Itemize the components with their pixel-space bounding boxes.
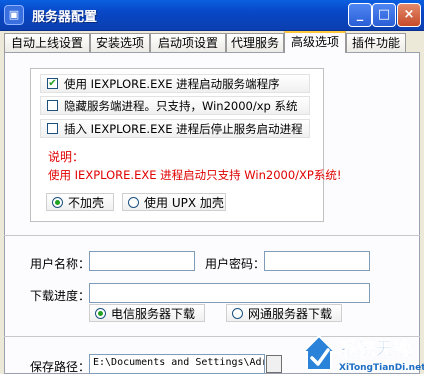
save-path-field[interactable]: E:\Documents and Settings\Adr [89, 354, 265, 374]
save-path-label: 保存路径： [30, 360, 91, 374]
radio-upx-pack[interactable]: 使用 UPX 加壳 [122, 193, 226, 211]
note-title: 说明： [48, 150, 85, 164]
close-button[interactable]: × [397, 3, 421, 27]
svg-text:系统天地: 系统天地 [339, 338, 411, 360]
radio-label: 不加壳 [68, 195, 105, 210]
tab-startup[interactable]: 启动项设置 [150, 33, 226, 52]
option-label: 隐藏服务端进程。只支持，Win2000/xp 系统 [64, 98, 298, 113]
tab-proxy[interactable]: 代理服务 [226, 33, 284, 52]
divider [4, 235, 420, 236]
option-label: 插入 IEXPLORE.EXE 进程后停止服务启动进程 [64, 121, 303, 136]
option-use-iexplore[interactable]: ✔ 使用 IEXPLORE.EXE 进程启动服务端程序 [40, 74, 310, 93]
option-label: 使用 IEXPLORE.EXE 进程启动服务端程序 [64, 76, 280, 91]
app-menu-icon[interactable]: ▣ [4, 5, 24, 25]
password-field[interactable] [264, 251, 370, 271]
radio-netcom-server[interactable]: 网通服务器下载 [226, 304, 342, 322]
browse-button[interactable] [266, 355, 282, 373]
option-hide-process[interactable]: 隐藏服务端进程。只支持，Win2000/xp 系统 [40, 96, 310, 115]
svg-text:XiTongTianDi.net: XiTongTianDi.net [339, 363, 424, 373]
radio-telecom-server[interactable]: 电信服务器下载 [89, 304, 205, 322]
username-label: 用户名称： [30, 257, 91, 271]
option-stop-startup[interactable]: 插入 IEXPLORE.EXE 进程后停止服务启动进程 [40, 119, 310, 138]
radio-label: 电信服务器下载 [111, 306, 196, 321]
checkbox[interactable] [47, 100, 58, 111]
radio-selected[interactable] [95, 307, 106, 319]
radio-button[interactable] [232, 307, 243, 319]
house-logo-icon [300, 334, 338, 371]
window-title: 服务器配置 [32, 10, 98, 25]
tab-advanced[interactable]: 高级选项 [284, 31, 346, 53]
checkbox[interactable] [47, 123, 58, 134]
tab-auto-online[interactable]: 自动上线设置 [4, 33, 90, 52]
radio-no-pack[interactable]: 不加壳 [46, 193, 114, 211]
maximize-button[interactable]: □ [372, 3, 396, 27]
radio-selected[interactable] [52, 196, 63, 208]
config-window: ▣ 服务器配置 _ □ × 自动上线设置 安装选项 启动项设置 代理服务 高级选… [0, 0, 424, 374]
password-label: 用户密码： [205, 257, 266, 271]
progress-field[interactable] [89, 283, 370, 303]
tab-plugins[interactable]: 插件功能 [346, 33, 406, 52]
minimize-button[interactable]: _ [348, 3, 372, 27]
radio-label: 使用 UPX 加壳 [144, 195, 224, 210]
radio-label: 网通服务器下载 [248, 306, 333, 321]
tab-install[interactable]: 安装选项 [90, 33, 150, 52]
watermark-logo: 系统天地 XiTongTianDi.net [297, 330, 424, 374]
progress-label: 下载进度： [30, 289, 91, 303]
note-text: 使用 IEXPLORE.EXE 进程启动只支持 Win2000/XP系统! [48, 168, 342, 182]
username-field[interactable] [89, 251, 195, 271]
radio-button[interactable] [128, 196, 139, 208]
checkbox-checked[interactable]: ✔ [47, 78, 58, 89]
title-bar: ▣ 服务器配置 _ □ × [0, 0, 424, 31]
